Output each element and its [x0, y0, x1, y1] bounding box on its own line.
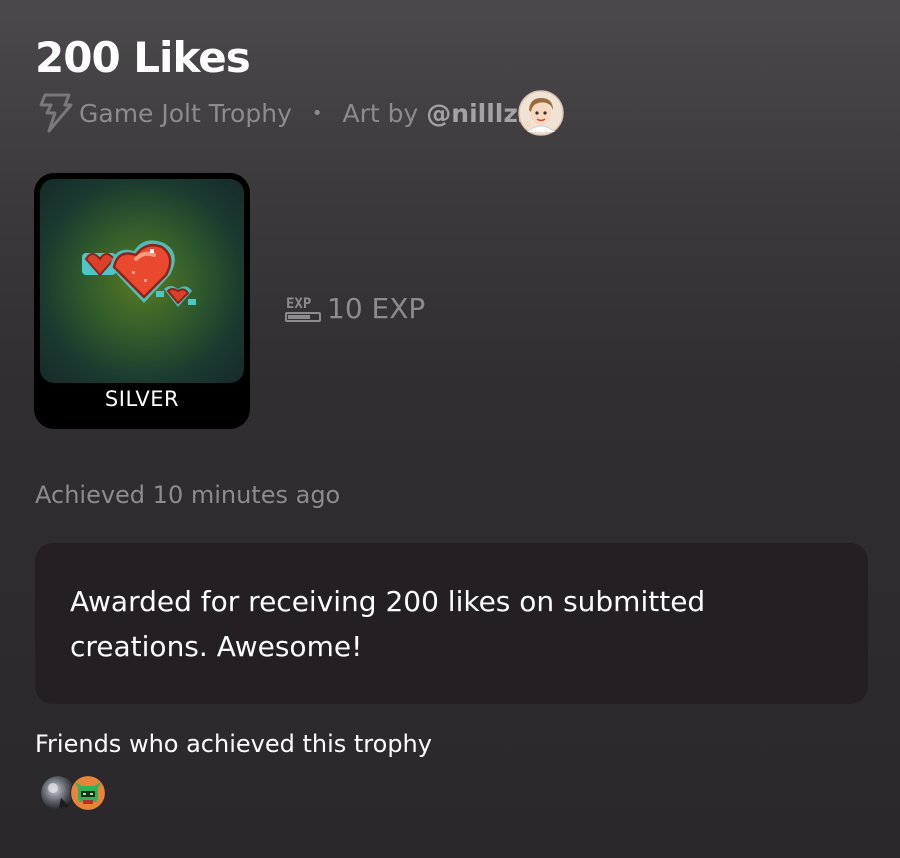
heart-arrow-icon — [82, 240, 196, 307]
trophy-description-box: Awarded for receiving 200 likes on submi… — [35, 543, 868, 704]
exp-value: 10 EXP — [327, 292, 426, 325]
friends-avatar-list — [40, 775, 106, 811]
trophy-meta: Game Jolt Trophy • Art by @nilllzz — [35, 90, 565, 136]
achieved-timestamp: Achieved 10 minutes ago — [35, 481, 341, 509]
meta-separator: • — [311, 102, 323, 124]
trophy-type-label: Game Jolt Trophy — [79, 98, 292, 128]
trophy-card: SILVER — [34, 173, 250, 429]
trophy-image — [40, 179, 244, 383]
friends-label: Friends who achieved this trophy — [35, 730, 432, 758]
friend-avatar-2[interactable] — [70, 775, 106, 811]
exp-reward: EXP 10 EXP — [285, 292, 425, 325]
artist-avatar[interactable] — [518, 90, 565, 136]
trophy-description: Awarded for receiving 200 likes on submi… — [70, 585, 706, 663]
trophy-title: 200 Likes — [35, 33, 251, 82]
svg-text:EXP: EXP — [286, 296, 311, 312]
game-jolt-icon — [39, 93, 73, 133]
artist-link[interactable]: @nilllzz — [426, 99, 532, 128]
exp-icon: EXP — [285, 296, 321, 322]
art-by-label: Art by — [342, 98, 419, 128]
trophy-tier-label: SILVER — [104, 387, 180, 411]
